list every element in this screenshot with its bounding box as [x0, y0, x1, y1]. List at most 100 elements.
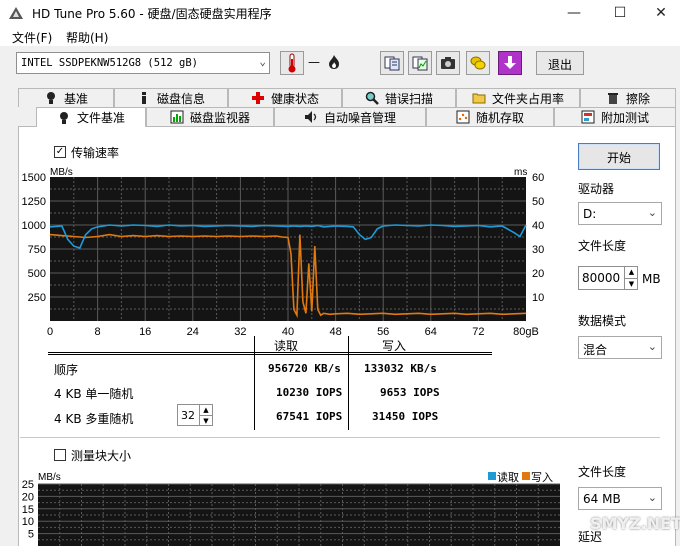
check-icon: ✓	[55, 146, 65, 157]
stepper-up-icon[interactable]: ▲	[199, 405, 212, 415]
x-tick-label: 80gB	[513, 326, 539, 338]
tab-health[interactable]: 健康状态	[228, 88, 342, 107]
menu-help[interactable]: 帮助(H)	[66, 29, 108, 46]
row-label-4k-multi: 4 KB 多重随机	[54, 412, 134, 426]
trash-icon	[607, 93, 618, 104]
queue-depth-value: 32	[181, 409, 195, 422]
folder-icon	[472, 93, 486, 104]
y-right-tick-label: 30	[532, 244, 544, 256]
y-tick-label: 1000	[22, 220, 46, 232]
y-right-tick-label: 60	[532, 172, 544, 184]
tab-disk-monitor[interactable]: 磁盘监视器	[146, 107, 274, 126]
queue-depth-stepper[interactable]: 32 ▲ ▼	[177, 404, 213, 426]
tab-random-access[interactable]: 随机存取	[426, 107, 554, 126]
section-divider	[20, 437, 660, 438]
stepper-down-icon[interactable]: ▼	[624, 278, 638, 289]
tab-noise-management[interactable]: 自动噪音管理	[274, 107, 426, 126]
y-axis-label: MB/s	[38, 472, 61, 483]
copy-info-icon	[384, 56, 400, 71]
file-length-label: 文件长度	[578, 239, 627, 253]
legend-label-read: 读取	[497, 470, 519, 484]
y-tick-label: 500	[28, 268, 46, 280]
tab-label: 基准	[63, 91, 88, 106]
exit-button[interactable]: 退出	[536, 51, 584, 75]
start-button[interactable]: 开始	[578, 143, 660, 170]
stepper-down-icon[interactable]: ▼	[199, 415, 212, 425]
camera-icon	[441, 57, 455, 69]
tab-label: 健康状态	[270, 91, 319, 106]
stepper-up-icon[interactable]: ▲	[624, 267, 638, 278]
copy-info-button[interactable]	[380, 51, 404, 75]
table-col-divider-2	[348, 336, 349, 430]
data-mode-select[interactable]: 混合 ⌄	[578, 336, 662, 359]
y-right-tick-label: 20	[532, 268, 544, 280]
info-icon	[141, 92, 146, 104]
tab-extra-tests[interactable]: 附加测试	[554, 107, 676, 126]
row-label-sequential: 顺序	[54, 363, 79, 377]
copy-chart-button[interactable]	[408, 51, 432, 75]
temperature-button[interactable]	[280, 51, 304, 75]
menu-file[interactable]: 文件(F)	[12, 29, 52, 46]
chevron-down-icon: ⌄	[647, 206, 657, 219]
tab-benchmark[interactable]: 基准	[18, 88, 114, 107]
y-right-tick-label: 50	[532, 196, 544, 208]
write-header: 写入	[382, 339, 407, 353]
x-tick-label: 32	[234, 326, 246, 338]
x-tick-label: 48	[329, 326, 341, 338]
x-tick-label: 0	[47, 326, 53, 338]
table-header-rule	[48, 354, 492, 355]
tab-label: 错误扫描	[384, 91, 433, 106]
block-size-chart: 252015105 MB/s 读取 写入	[22, 470, 560, 546]
block-size-checkbox[interactable]	[54, 449, 66, 461]
tab-label: 擦除	[625, 91, 650, 106]
save-download-button[interactable]	[498, 51, 522, 75]
y-tick-label: 25	[22, 479, 34, 491]
drive-letter-select[interactable]: D: ⌄	[578, 202, 662, 225]
tab-file-benchmark[interactable]: 文件基准	[36, 107, 146, 127]
file-length-stepper[interactable]: 80000 ▲ ▼	[578, 266, 638, 290]
temperature-value: —	[308, 55, 320, 69]
tab-error-scan[interactable]: 错误扫描	[342, 88, 456, 107]
y-tick-label: 20	[22, 491, 34, 503]
read-header: 读取	[274, 339, 299, 353]
y-tick-label: 1500	[22, 172, 46, 184]
chevron-down-icon: ⌄	[259, 55, 266, 68]
screenshot-button[interactable]	[436, 51, 460, 75]
app-logo-icon	[9, 7, 23, 19]
coins-button[interactable]	[466, 51, 490, 75]
block-file-length-value: 64 MB	[583, 492, 621, 506]
speaker-icon	[304, 111, 317, 123]
extra-icon	[581, 110, 595, 124]
block-file-length-select[interactable]: 64 MB ⌄	[578, 487, 662, 510]
tab-erase[interactable]: 擦除	[580, 88, 676, 107]
x-tick-label: 16	[139, 326, 151, 338]
copy-chart-icon	[412, 56, 428, 71]
legend-swatch-read	[488, 472, 496, 480]
tab-label: 附加测试	[600, 110, 649, 125]
tab-label: 磁盘监视器	[189, 110, 250, 125]
flame-icon	[329, 55, 339, 69]
transfer-rate-checkbox[interactable]: ✓	[54, 146, 66, 158]
file-length2-label: 文件长度	[578, 465, 627, 479]
transfer-rate-chart: 1500 1250 1000 750 500 250 60 50 40 30 20 10 MB/s ms 0…	[22, 167, 545, 338]
monitor-icon	[170, 110, 184, 124]
y-axis-label: MB/s	[50, 167, 73, 178]
file-length-unit: MB	[642, 272, 661, 286]
minimize-button[interactable]: —	[551, 0, 597, 26]
4k-single-read-value: 10230 IOPS	[276, 386, 343, 399]
tab-folder-usage[interactable]: 文件夹占用率	[456, 88, 580, 107]
close-button[interactable]: ✕	[638, 0, 680, 26]
y-tick-label: 750	[28, 244, 46, 256]
4k-multi-write-value: 31450 IOPS	[372, 410, 439, 423]
row-label-4k-single: 4 KB 单一随机	[54, 387, 134, 401]
y-right-axis-label: ms	[514, 167, 527, 178]
magnifier-icon	[365, 91, 379, 105]
y-right-tick-label: 10	[532, 292, 544, 304]
tab-label: 文件基准	[76, 111, 125, 125]
drive-select[interactable]: INTEL SSDPEKNW512G8 (512 gB) ⌄	[16, 52, 270, 74]
y-tick-label: 5	[28, 529, 34, 541]
4k-single-write-value: 9653 IOPS	[380, 386, 440, 399]
data-mode-value: 混合	[583, 343, 608, 357]
tab-disk-info[interactable]: 磁盘信息	[114, 88, 228, 107]
maximize-button[interactable]: ☐	[597, 0, 643, 26]
